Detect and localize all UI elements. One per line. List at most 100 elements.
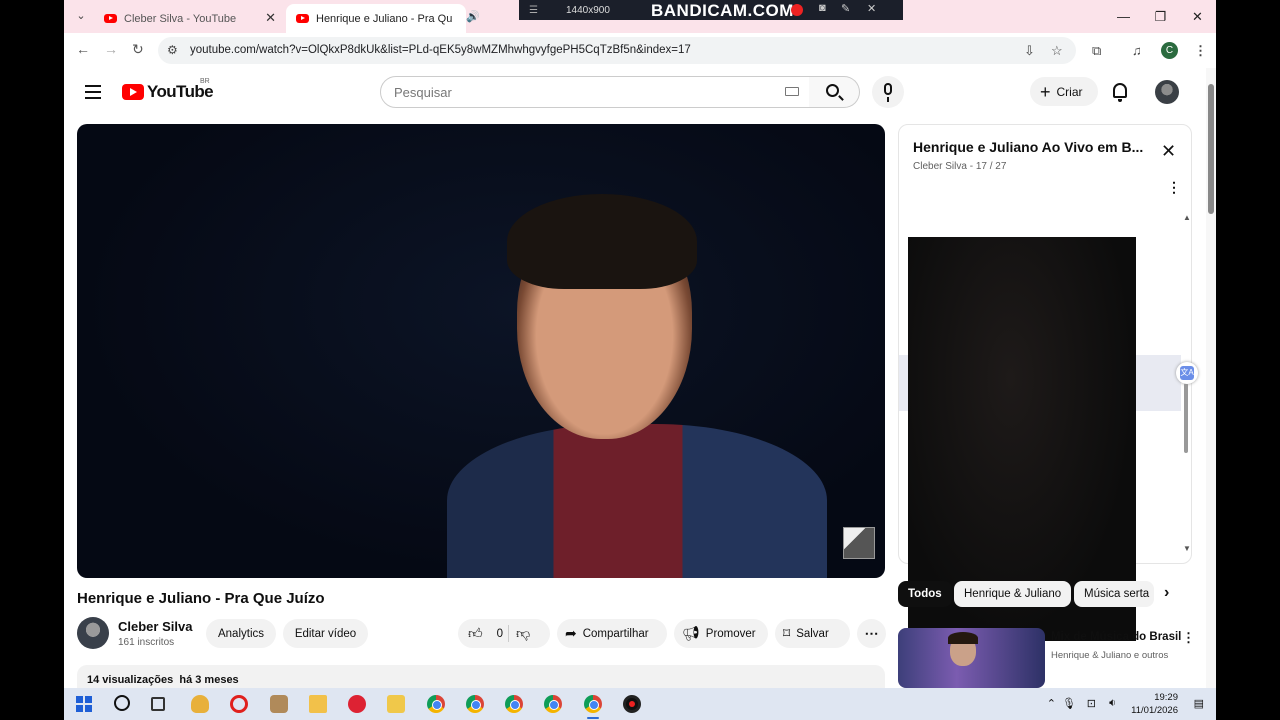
network-icon[interactable]: ⊡	[1087, 697, 1096, 710]
notifications-icon[interactable]: ▤	[1194, 697, 1204, 710]
playlist-meta: Cleber Silva - 17 / 27	[913, 161, 1007, 172]
suggestion-menu-icon[interactable]: ⋮	[1182, 630, 1195, 646]
keyboard-icon[interactable]	[785, 87, 799, 96]
tab-search-dropdown-icon[interactable]: ⌄	[72, 7, 90, 25]
chip-all[interactable]: Todos	[898, 581, 952, 607]
like-button[interactable]: 👍︎ 0 👎︎	[458, 619, 550, 648]
chrome-icon[interactable]	[427, 695, 445, 713]
task-view-icon[interactable]	[151, 697, 165, 711]
volume-icon[interactable]: 🔉︎	[1109, 697, 1116, 710]
app-icon[interactable]	[191, 695, 209, 713]
app-icon[interactable]	[348, 695, 366, 713]
clock[interactable]: 19:29 11/01/2026	[1131, 691, 1178, 717]
thumbs-down-icon[interactable]: 👎︎	[516, 625, 530, 642]
channel-avatar[interactable]	[77, 617, 109, 649]
channel-watermark-icon[interactable]	[843, 527, 875, 559]
bandicam-watermark: BANDICAM.COM	[651, 1, 794, 20]
tab-henrique-juliano[interactable]: Henrique e Juliano - Pra Qu 🔊	[286, 4, 480, 33]
scroll-up-icon[interactable]: ▲	[1183, 213, 1191, 222]
bandicam-close-icon[interactable]: ✕	[867, 2, 876, 15]
restore-icon[interactable]: ❐	[1142, 0, 1179, 33]
install-app-icon[interactable]: ⇩	[1024, 43, 1035, 59]
back-icon[interactable]: ←	[76, 41, 90, 57]
voice-search-button[interactable]	[872, 76, 904, 108]
close-playlist-icon[interactable]: ✕	[1161, 141, 1176, 162]
suggestion-thumbnail[interactable]	[898, 628, 1045, 688]
description-box[interactable]: 14 visualizações há 3 meses	[77, 665, 885, 688]
media-player-icon[interactable]	[387, 695, 405, 713]
microphone-icon	[884, 83, 892, 102]
video-player[interactable]	[77, 124, 885, 578]
windows-start-icon[interactable]	[76, 696, 92, 712]
tab-close-icon[interactable]: ✕	[265, 10, 276, 26]
bandicam-app-icon[interactable]	[623, 695, 641, 713]
search-icon	[826, 84, 839, 97]
browser-window: ⌄ Cleber Silva - YouTube ✕ Henrique e Ju…	[64, 0, 1216, 688]
reload-icon[interactable]: ↻	[132, 41, 144, 58]
tab-title: Cleber Silva - YouTube	[124, 12, 237, 25]
file-explorer-icon[interactable]	[309, 695, 327, 713]
tray-microphone-icon[interactable]: 🎙︎	[1062, 697, 1076, 710]
search-button[interactable]	[809, 76, 860, 108]
chrome-icon[interactable]	[584, 695, 602, 713]
share-button[interactable]: ➦ Compartilhar	[557, 619, 667, 648]
subscriber-count: 161 inscritos	[118, 637, 175, 648]
close-window-icon[interactable]: ✕	[1179, 0, 1216, 33]
pencil-icon[interactable]: ✎	[841, 2, 850, 15]
promote-button[interactable]: 📢︎ Promover	[674, 619, 768, 648]
camera-icon[interactable]: ◙	[819, 2, 826, 14]
thumbs-up-icon: 👍︎	[468, 625, 483, 641]
address-bar[interactable]: ⚙ youtube.com/watch?v=OlQkxP8dkUk&list=P…	[158, 37, 1076, 64]
share-label: Compartilhar	[582, 627, 649, 640]
extensions-icon[interactable]: ⧉	[1092, 43, 1101, 59]
site-info-icon[interactable]: ⚙	[167, 43, 178, 57]
youtube-logo[interactable]: YouTube BR	[122, 78, 214, 102]
singer-hair	[507, 194, 697, 289]
scroll-down-icon[interactable]: ▼	[1183, 544, 1191, 553]
media-control-icon[interactable]: ♫	[1132, 43, 1142, 58]
youtube-favicon-icon	[104, 14, 117, 23]
chip-musica-sertaneja[interactable]: Música serta	[1074, 581, 1154, 607]
chip-henrique-juliano[interactable]: Henrique & Juliano	[954, 581, 1072, 607]
suggestion-title[interactable]: Mix de Música do Brasil	[1051, 631, 1181, 643]
playlist-title[interactable]: Henrique e Juliano Ao Vivo em B...	[913, 139, 1153, 155]
minimize-icon[interactable]: —	[1105, 0, 1142, 33]
chrome-icon[interactable]	[466, 695, 484, 713]
profile-avatar[interactable]: C	[1161, 42, 1178, 59]
bandicam-menu-icon[interactable]: ☰	[529, 5, 538, 16]
notifications-bell-icon[interactable]	[1113, 83, 1127, 102]
tray-chevron-icon[interactable]: ⌃	[1047, 697, 1056, 710]
analytics-button[interactable]: Analytics	[206, 619, 276, 648]
browser-toolbar: ← → ↻ ⚙ youtube.com/watch?v=OlQkxP8dkUk&…	[64, 33, 1216, 68]
singer-body	[447, 424, 827, 578]
chevron-right-icon[interactable]: ›	[1164, 584, 1169, 602]
plus-icon: +	[1040, 81, 1051, 102]
edit-video-button[interactable]: Editar vídeo	[283, 619, 368, 648]
create-button[interactable]: + Criar	[1030, 77, 1098, 106]
bookmark-star-icon[interactable]: ☆	[1051, 43, 1063, 59]
app-icon[interactable]	[270, 695, 288, 713]
tab-audio-icon[interactable]: 🔊	[466, 10, 480, 23]
record-icon[interactable]	[791, 4, 803, 16]
search-input[interactable]: Pesquisar	[380, 76, 810, 108]
page-scrollbar[interactable]	[1206, 68, 1216, 688]
save-button[interactable]: ⌑ Salvar	[775, 619, 850, 648]
url-text[interactable]: youtube.com/watch?v=OlQkxP8dkUk&list=PLd…	[190, 44, 691, 56]
more-actions-icon[interactable]: ⋯	[857, 619, 886, 648]
forward-icon[interactable]: →	[104, 41, 118, 57]
chrome-icon[interactable]	[544, 695, 562, 713]
suggestion-subtitle: Henrique & Juliano e outros	[1051, 650, 1169, 661]
scroll-thumb[interactable]	[1184, 383, 1188, 453]
chrome-icon[interactable]	[505, 695, 523, 713]
tab-cleber-silva[interactable]: Cleber Silva - YouTube ✕	[94, 4, 284, 33]
playlist-menu-icon[interactable]: ⋮	[1167, 179, 1181, 196]
channel-name[interactable]: Cleber Silva	[118, 619, 192, 634]
opera-icon[interactable]	[230, 695, 248, 713]
taskbar-search-icon[interactable]	[114, 695, 130, 711]
like-count: 0	[496, 627, 504, 640]
account-avatar[interactable]	[1155, 80, 1179, 104]
guide-menu-icon[interactable]	[85, 85, 101, 103]
scroll-thumb[interactable]	[1208, 84, 1214, 214]
translate-icon[interactable]: 文A	[1176, 362, 1198, 384]
chrome-menu-icon[interactable]: ⋮	[1194, 43, 1207, 59]
